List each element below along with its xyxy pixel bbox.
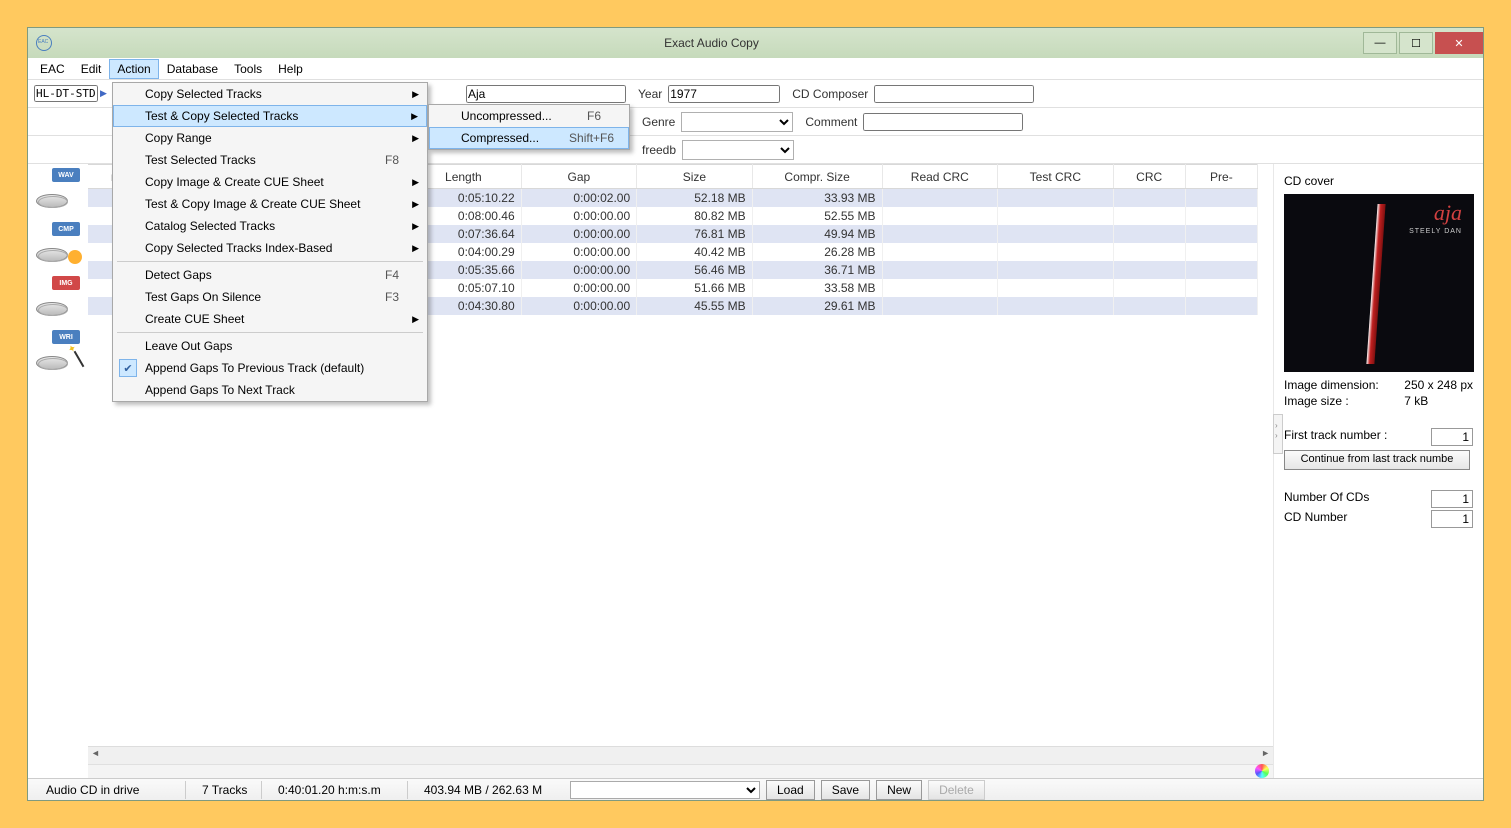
titlebar: Exact Audio Copy — ☐ ✕ — [28, 28, 1483, 58]
progress-bar — [88, 764, 1273, 778]
menu-item[interactable]: Test & Copy Image & Create CUE Sheet▶ — [113, 193, 427, 215]
menu-item[interactable]: Copy Image & Create CUE Sheet▶ — [113, 171, 427, 193]
col-header[interactable]: Test CRC — [998, 165, 1114, 189]
num-cds-input[interactable] — [1431, 490, 1473, 508]
col-header[interactable]: CRC — [1113, 165, 1185, 189]
genre-label: Genre — [632, 115, 679, 129]
col-header[interactable]: Pre- — [1185, 165, 1257, 189]
cd-number-input[interactable] — [1431, 510, 1473, 528]
dim-label: Image dimension: — [1284, 378, 1402, 392]
menu-edit[interactable]: Edit — [73, 59, 110, 79]
ftn-label: First track number : — [1284, 428, 1429, 446]
menu-item[interactable]: Test Selected TracksF8 — [113, 149, 427, 171]
album-input[interactable] — [466, 85, 626, 103]
action-submenu[interactable]: Uncompressed...F6Compressed...Shift+F6 — [428, 104, 630, 150]
comment-input[interactable] — [863, 113, 1023, 131]
year-label: Year — [628, 87, 666, 101]
wri-icon[interactable]: WRI — [34, 330, 82, 372]
composer-label: CD Composer — [782, 87, 872, 101]
status-size: 403.94 MB / 262.63 M — [414, 781, 564, 799]
img-icon[interactable]: IMG — [34, 276, 82, 318]
profile-select[interactable] — [570, 781, 760, 799]
freedb-select[interactable] — [682, 140, 794, 160]
menu-item[interactable]: Detect GapsF4 — [113, 264, 427, 286]
close-button[interactable]: ✕ — [1435, 32, 1483, 54]
panel-expander[interactable] — [1273, 414, 1283, 454]
window-title: Exact Audio Copy — [60, 36, 1363, 50]
genre-select[interactable] — [681, 112, 793, 132]
first-track-input[interactable] — [1431, 428, 1473, 446]
status-drive: Audio CD in drive — [36, 781, 186, 799]
isize-value: 7 kB — [1404, 394, 1473, 408]
cover-label: CD cover — [1284, 174, 1473, 188]
menu-item[interactable]: Compressed...Shift+F6 — [429, 127, 629, 149]
new-button[interactable]: New — [876, 780, 922, 800]
minimize-button[interactable]: — — [1363, 32, 1397, 54]
action-menu[interactable]: Copy Selected Tracks▶Test & Copy Selecte… — [112, 82, 428, 402]
menu-item[interactable]: Catalog Selected Tracks▶ — [113, 215, 427, 237]
menu-eac[interactable]: EAC — [32, 59, 73, 79]
app-logo-icon — [36, 35, 52, 51]
delete-button: Delete — [928, 780, 985, 800]
menu-action[interactable]: Action — [109, 59, 158, 79]
menu-item[interactable]: Copy Selected Tracks Index-Based▶ — [113, 237, 427, 259]
col-header[interactable]: Compr. Size — [752, 165, 882, 189]
menu-item[interactable]: Test Gaps On SilenceF3 — [113, 286, 427, 308]
play-icon[interactable]: ▶ — [100, 88, 110, 99]
isize-label: Image size : — [1284, 394, 1402, 408]
menu-database[interactable]: Database — [159, 59, 226, 79]
menu-item[interactable]: Copy Range▶ — [113, 127, 427, 149]
horizontal-scrollbar[interactable] — [88, 746, 1273, 764]
composer-input[interactable] — [874, 85, 1034, 103]
comment-label: Comment — [795, 115, 861, 129]
cmp-icon[interactable]: CMP — [34, 222, 82, 264]
menu-item[interactable]: Create CUE Sheet▶ — [113, 308, 427, 330]
drive-field[interactable] — [34, 85, 98, 102]
cd-cover-image[interactable]: aja STEELY DAN — [1284, 194, 1474, 372]
col-header[interactable]: Gap — [521, 165, 637, 189]
col-header[interactable]: Read CRC — [882, 165, 998, 189]
freedb-label: freedb — [632, 143, 680, 157]
menu-item[interactable]: Copy Selected Tracks▶ — [113, 83, 427, 105]
maximize-button[interactable]: ☐ — [1399, 32, 1433, 54]
statusbar: Audio CD in drive 7 Tracks 0:40:01.20 h:… — [28, 778, 1483, 800]
status-tracks: 7 Tracks — [192, 781, 262, 799]
year-input[interactable] — [668, 85, 780, 103]
status-time: 0:40:01.20 h:m:s.m — [268, 781, 408, 799]
save-button[interactable]: Save — [821, 780, 870, 800]
side-panel: CD cover aja STEELY DAN Image dimension:… — [1273, 164, 1483, 778]
menu-tools[interactable]: Tools — [226, 59, 270, 79]
busy-icon — [1255, 764, 1269, 778]
ncd-label: Number Of CDs — [1284, 490, 1429, 508]
menu-help[interactable]: Help — [270, 59, 311, 79]
cdn-label: CD Number — [1284, 510, 1429, 528]
continue-button[interactable]: Continue from last track numbe — [1284, 450, 1470, 470]
load-button[interactable]: Load — [766, 780, 815, 800]
menu-item[interactable]: Uncompressed...F6 — [429, 105, 629, 127]
menu-item[interactable]: ✔Append Gaps To Previous Track (default) — [113, 357, 427, 379]
dim-value: 250 x 248 px — [1404, 378, 1473, 392]
menu-item[interactable]: Leave Out Gaps — [113, 335, 427, 357]
menu-item[interactable]: Test & Copy Selected Tracks▶ — [113, 105, 427, 127]
col-header[interactable]: Size — [637, 165, 753, 189]
menubar: EACEditActionDatabaseToolsHelp — [28, 58, 1483, 80]
wav-icon[interactable]: WAV — [34, 168, 82, 210]
menu-item[interactable]: Append Gaps To Next Track — [113, 379, 427, 401]
side-toolbar: WAV CMP IMG WRI — [28, 164, 88, 778]
